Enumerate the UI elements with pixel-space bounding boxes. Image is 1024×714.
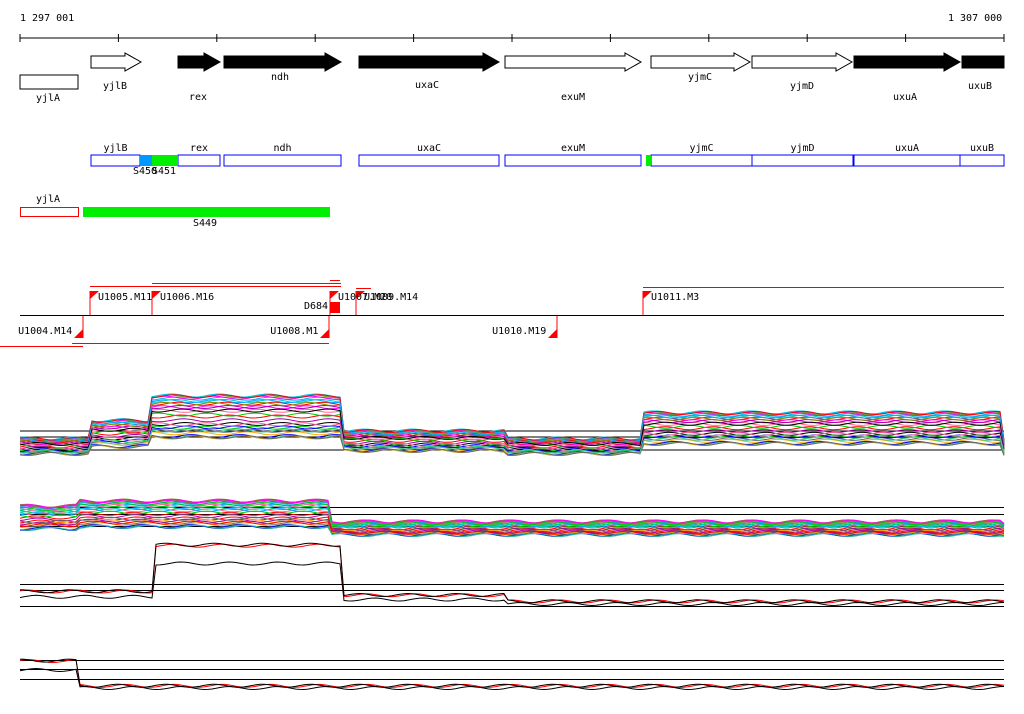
transcript-label-uxuA: uxuA bbox=[894, 143, 920, 154]
downshift-label-D684: D684 bbox=[304, 301, 329, 312]
transcript-label-yjlB: yjlB bbox=[103, 143, 128, 154]
downshift-flag bbox=[74, 329, 83, 338]
transcript-yjlB bbox=[90, 154, 141, 167]
gene-label-yjmD: yjmD bbox=[789, 81, 815, 92]
downshift-label: U1010.M19 bbox=[492, 326, 547, 337]
transcript-exuM bbox=[504, 154, 642, 167]
transcript-uxaC bbox=[358, 154, 500, 167]
expression-trace-3 bbox=[19, 543, 1005, 604]
gene-label-uxaC: uxaC bbox=[414, 80, 440, 91]
transcript-uxuA bbox=[853, 154, 961, 167]
gene-yjmD bbox=[751, 52, 854, 72]
gene-label-uxuB: uxuB bbox=[967, 81, 993, 92]
downshift-flag bbox=[548, 329, 557, 338]
gene-rex bbox=[177, 52, 222, 72]
gene-yjlA bbox=[19, 74, 79, 90]
transcript-rev-label: yjlA bbox=[35, 194, 61, 205]
gene-uxuB bbox=[961, 55, 1005, 69]
gene-yjlB bbox=[90, 52, 143, 72]
transcript-uxuB bbox=[959, 154, 1005, 167]
transcript-yjmC bbox=[650, 154, 753, 167]
downshift-label: U1004.M14 bbox=[18, 326, 73, 337]
expression-trace-3 bbox=[19, 542, 1005, 604]
transcript-label-uxuB: uxuB bbox=[969, 143, 995, 154]
transcript-label-exuM: exuM bbox=[560, 143, 586, 154]
downshift-label: U1008.M1 bbox=[270, 326, 319, 337]
transcript-ndh bbox=[223, 154, 342, 167]
gene-uxaC bbox=[358, 52, 501, 72]
gene-label-yjmC: yjmC bbox=[687, 72, 713, 83]
gene-label-yjlA: yjlA bbox=[35, 93, 61, 104]
gene-label-uxuA: uxuA bbox=[892, 92, 918, 103]
transcript-yjmD bbox=[751, 154, 854, 167]
expression-trace-3 bbox=[19, 561, 1005, 607]
segment-S451 bbox=[152, 155, 178, 166]
transcript-label-yjmC: yjmC bbox=[689, 143, 714, 154]
upshift-label: U1005.M11 bbox=[98, 292, 153, 303]
tracks-canvas bbox=[0, 34, 1005, 691]
gene-label-exuM: exuM bbox=[560, 92, 586, 103]
gene-ndh bbox=[223, 52, 343, 72]
expression-trace-4 bbox=[19, 659, 1005, 688]
upshift-label: U1006.M16 bbox=[160, 292, 215, 303]
transcript-label-ndh: ndh bbox=[273, 143, 292, 154]
segment-mark bbox=[646, 155, 651, 166]
segment-label-S451: S451 bbox=[152, 166, 177, 177]
downshift-flag bbox=[320, 329, 329, 338]
segment-S450 bbox=[140, 155, 152, 166]
expression-trace-4 bbox=[19, 658, 1005, 688]
transcript-rev-yjlA bbox=[20, 207, 79, 217]
transcript-label-uxaC: uxaC bbox=[416, 143, 442, 154]
gene-uxuA bbox=[853, 52, 962, 72]
gene-label-rex: rex bbox=[188, 92, 208, 103]
genome-browser: 1 297 001 1 307 000 yjlA yjlB rex ndh uxaC ex… bbox=[0, 0, 1024, 714]
gene-yjmC bbox=[650, 52, 752, 72]
upshift-label: U1011.M3 bbox=[651, 292, 700, 303]
gene-exuM bbox=[504, 52, 643, 72]
segment-S449 bbox=[83, 207, 330, 217]
gene-label-yjlB: yjlB bbox=[102, 81, 128, 92]
segment-label-S449: S449 bbox=[192, 218, 218, 229]
transcript-label-rex: rex bbox=[189, 143, 209, 154]
upshift-label: U1009.M14 bbox=[364, 292, 419, 303]
downshift-D684 bbox=[330, 302, 340, 313]
transcript-rex bbox=[177, 154, 221, 167]
gene-label-ndh: ndh bbox=[270, 72, 290, 83]
transcript-label-yjmD: yjmD bbox=[790, 143, 815, 154]
